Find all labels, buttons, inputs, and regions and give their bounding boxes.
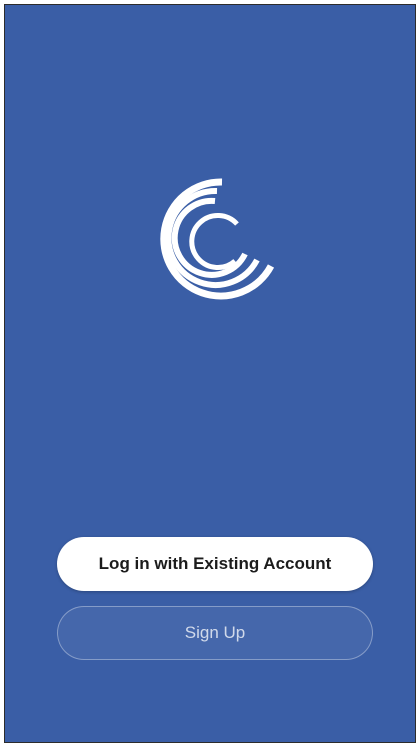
login-existing-account-button[interactable]: Log in with Existing Account: [57, 537, 373, 591]
app-logo-icon: [155, 177, 279, 301]
sign-up-button-label: Sign Up: [184, 623, 246, 642]
concentric-c-logo-icon: [160, 178, 275, 300]
sign-up-button[interactable]: Sign Up: [57, 606, 373, 660]
login-button-label: Log in with Existing Account: [98, 554, 332, 573]
welcome-screen: Log in with Existing Account Sign Up: [4, 4, 416, 743]
